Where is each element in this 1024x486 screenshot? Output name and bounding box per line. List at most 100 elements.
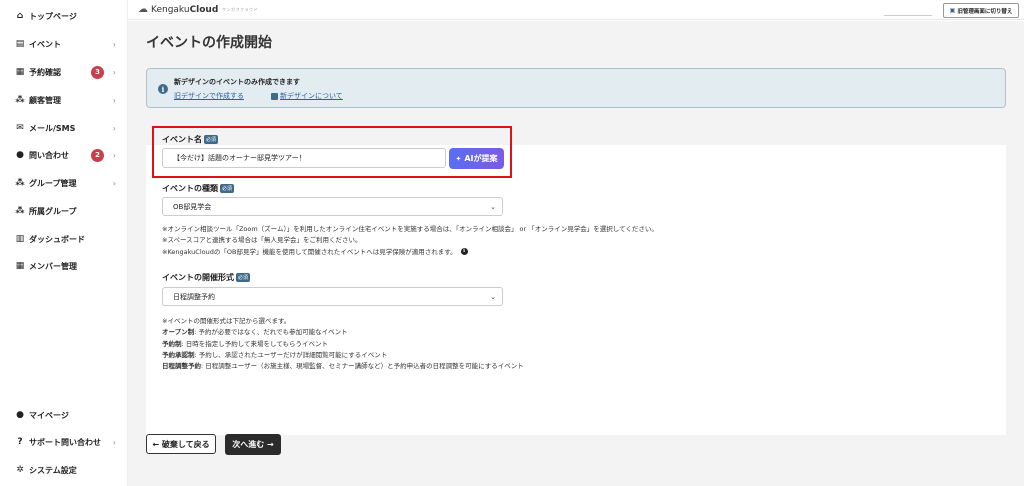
document-icon: ▤ [15,39,25,49]
event-name-value: 【今だけ】話題のオーナー邸見学ツアー！ [173,154,306,162]
chevron-right-icon: › [112,123,116,133]
sidebar-item-reservations[interactable]: ▦ 予約確認 3 › [0,62,128,82]
sidebar-item-label: マイページ [29,410,69,420]
sidebar: ⌂ トップページ ▤ イベント › ▦ 予約確認 3 › ⁂ 顧客管理 › ✉ … [0,0,128,486]
ai-suggest-label: AIが提案 [464,154,498,163]
mail-icon: ✉ [16,123,24,133]
info-icon[interactable]: i [460,248,468,256]
sidebar-item-label: グループ管理 [29,178,77,188]
format-option-desc: : 予約が必要ではなく、だれでも参加可能なイベント [194,328,348,337]
event-format-select[interactable]: 日程調整予約 ⌄ [162,287,503,306]
document-icon [271,92,278,100]
about-new-design-label: 新デザインについて [280,92,343,100]
discard-back-button[interactable]: ← 破棄して戻る [146,434,216,454]
event-format-selected: 日程調整予約 [173,292,215,301]
format-option-name: 日程調整予約 [162,362,201,371]
event-format-label-text: イベントの開催形式 [162,273,234,282]
sidebar-item-label: システム設定 [29,465,77,475]
event-type-help: ※オンライン相談ツール「Zoom（ズーム）」を利用したオンライン住宅イベントを実… [162,224,658,258]
event-type-select[interactable]: OB邸見学会 ⌄ [162,197,503,216]
header-divider [884,15,932,16]
sidebar-item-inquiries[interactable]: ● 問い合わせ 2 › [0,145,128,165]
help-line-with-info: ※KengakuCloudの「OB邸見学」機能を使用して開催されたイベントへは見… [162,247,658,258]
help-line-text: ※KengakuCloudの「OB邸見学」機能を使用して開催されたイベントへは見… [162,247,457,256]
format-option: 日程調整予約: 日程調整ユーザー（お施主様、現場監督、セミナー講師など）と予約申… [162,361,524,372]
sidebar-item-members[interactable]: ▦ メンバー管理 [0,256,128,276]
sidebar-item-event[interactable]: ▤ イベント › [0,34,128,54]
top-header: ☁ Kengaku Cloud ケンガククラウド ▣ 旧管理画面に切り替え [128,0,1024,20]
sidebar-item-group-management[interactable]: ⁂ グループ管理 › [0,173,128,193]
logo-tagline: ケンガククラウド [222,6,259,12]
sidebar-item-my-groups[interactable]: ⁂ 所属グループ [0,201,128,221]
chevron-right-icon: › [112,95,116,105]
info-icon: i [158,84,168,94]
format-option-name: 予約制 [162,339,182,348]
sidebar-item-label: サポート問い合わせ [29,437,101,447]
format-option-name: 予約承認制 [162,350,195,359]
sidebar-item-label: ダッシュボード [29,234,85,244]
format-option-name: オープン制 [162,328,195,337]
gear-icon: ✲ [16,465,24,475]
person-icon: ● [16,410,24,420]
ai-suggest-button[interactable]: ✦ AIが提案 [449,148,504,169]
sidebar-item-label: 予約確認 [29,67,61,77]
sidebar-item-label: 所属グループ [29,206,77,216]
notification-badge: 3 [91,65,104,79]
event-type-label: イベントの種類 必須 [162,183,235,194]
help-line: ※スペースコアと連携する場合は「無人見学会」をご利用ください。 [162,236,362,245]
chevron-down-icon: ⌄ [490,202,496,211]
sidebar-item-mail-sms[interactable]: ✉ メール/SMS › [0,118,128,138]
chat-icon: ● [16,150,24,160]
sidebar-item-label: トップページ [29,11,77,21]
notification-badge: 2 [91,148,104,162]
design-notice: i 新デザインのイベントのみ作成できます 旧デザインで作成する 新デザインについ… [146,68,1006,108]
sidebar-item-system-settings[interactable]: ✲ システム設定 [0,460,128,480]
group-member-icon: ⁂ [15,206,25,216]
group-icon: ⁂ [15,178,25,188]
event-format-label: イベントの開催形式 必須 [162,272,251,283]
create-old-design-link[interactable]: 旧デザインで作成する [174,91,244,101]
required-badge: 必須 [204,135,219,144]
required-badge: 必須 [220,184,235,193]
sidebar-item-support[interactable]: ? サポート問い合わせ › [0,432,128,452]
format-option: 予約制: 日時を指定し予約して来場をしてもらうイベント [162,339,524,350]
sidebar-item-dashboard[interactable]: ▥ ダッシュボード [0,229,128,249]
logo-text-bold: Cloud [189,4,219,15]
chevron-right-icon: › [112,39,116,49]
help-icon: ? [17,437,23,447]
chevron-right-icon: › [112,67,116,77]
event-format-help: ※イベントの開催形式は下記から選べます。 オープン制: 予約が必要ではなく、だれ… [162,316,524,372]
event-name-input[interactable]: 【今だけ】話題のオーナー邸見学ツアー！ [162,148,446,168]
chevron-right-icon: › [112,178,116,188]
event-name-label-text: イベント名 [162,135,202,144]
logo[interactable]: ☁ Kengaku Cloud ケンガククラウド [138,4,258,15]
sparkle-icon: ✦ [455,154,462,163]
chevron-right-icon: › [112,437,116,447]
cloud-logo-icon: ☁ [138,4,148,15]
sidebar-item-label: 顧客管理 [29,95,61,105]
sidebar-item-my-page[interactable]: ● マイページ [0,405,128,425]
format-option: オープン制: 予約が必要ではなく、だれでも参加可能なイベント [162,327,524,338]
chart-icon: ▥ [15,234,25,244]
grid-icon: ▦ [15,261,25,271]
chevron-right-icon: › [112,150,116,160]
about-new-design-link[interactable]: 新デザインについて [271,91,343,101]
help-line: ※オンライン相談ツール「Zoom（ズーム）」を利用したオンライン住宅イベントを実… [162,225,658,233]
sidebar-item-label: メール/SMS [29,123,76,133]
switch-icon: ▣ [949,7,956,14]
chevron-down-icon: ⌄ [490,292,496,301]
next-button[interactable]: 次へ進む → [225,434,281,455]
format-option-desc: : 日程調整ユーザー（お施主様、現場監督、セミナー講師など）と予約申込者の日程調… [201,362,524,371]
sidebar-item-label: メンバー管理 [29,261,77,271]
event-type-label-text: イベントの種類 [162,184,218,193]
sidebar-item-top-page[interactable]: ⌂ トップページ [0,6,128,26]
help-line: ※イベントの開催形式は下記から選べます。 [162,317,291,325]
sidebar-item-label: 問い合わせ [29,150,69,160]
event-name-label: イベント名 必須 [162,134,219,145]
format-option-desc: : 日時を指定し予約して来場をしてもらうイベント [181,339,329,348]
switch-old-admin-button[interactable]: ▣ 旧管理画面に切り替え [943,3,1019,18]
sidebar-item-customers[interactable]: ⁂ 顧客管理 › [0,90,128,110]
format-option: 予約承認制: 予約し、承認されたユーザーだけが詳細閲覧可能にするイベント [162,350,524,361]
event-type-selected: OB邸見学会 [173,202,212,211]
calendar-icon: ▦ [15,67,25,77]
